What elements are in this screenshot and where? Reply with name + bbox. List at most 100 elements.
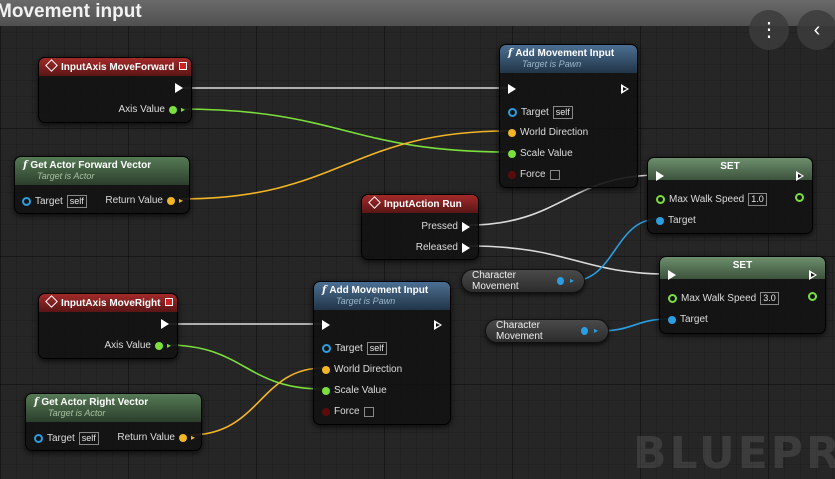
variable-character-movement-2[interactable]: Character Movement ▸ [485, 319, 609, 343]
event-diamond-icon [45, 59, 58, 72]
node-subtitle: Target is Actor [37, 171, 95, 181]
pin-label: Scale Value [334, 385, 387, 396]
pin-label: Target [335, 343, 363, 354]
target-pin[interactable]: Target [656, 215, 696, 226]
node-add-movement-input-top[interactable]: f Add Movement Input Target is Pawn Targe… [499, 44, 638, 188]
force-pin[interactable]: Force [508, 169, 560, 180]
self-value-box[interactable]: self [552, 106, 573, 119]
node-title: InputAxis MoveForward [61, 62, 175, 73]
self-value-box[interactable]: self [66, 195, 87, 208]
max-walk-speed-out-pin[interactable] [808, 292, 817, 301]
vector-pin-icon [178, 433, 187, 442]
exec-out-pin[interactable] [161, 319, 169, 329]
node-title: Add Movement Input [329, 285, 429, 296]
exec-in-pin[interactable] [322, 320, 330, 330]
object-pin-icon [322, 344, 331, 353]
pin-label: World Direction [520, 127, 589, 138]
float-pin-icon [154, 341, 163, 350]
exec-out-pin[interactable] [175, 83, 183, 93]
pin-label: Force [334, 406, 360, 417]
max-walk-speed-out-pin[interactable] [795, 193, 804, 202]
node-header: f Add Movement Input Target is Pawn [314, 282, 450, 310]
scale-value-pin[interactable]: Scale Value [508, 148, 573, 159]
force-checkbox[interactable] [363, 406, 374, 417]
pin-label: Target [680, 314, 708, 325]
exec-in-pin[interactable] [668, 270, 676, 280]
force-pin[interactable]: Force [322, 406, 374, 417]
max-walk-speed-input[interactable]: 3.0 [760, 292, 779, 305]
exec-out-pin[interactable] [809, 270, 817, 280]
pin-label: Return Value [117, 432, 175, 443]
exec-out-pin[interactable] [796, 171, 804, 181]
max-walk-speed-pin[interactable]: Max Walk Speed 3.0 [668, 292, 779, 305]
float-pin-icon [656, 195, 665, 204]
variable-label: Character Movement [496, 320, 543, 342]
node-title: Get Actor Right Vector [41, 397, 149, 408]
target-pin[interactable]: Target self [508, 106, 573, 119]
node-add-movement-input-bottom[interactable]: f Add Movement Input Target is Pawn Targe… [313, 281, 451, 425]
axis-value-pin[interactable]: Axis Value ▸ [104, 340, 171, 351]
float-pin-icon [168, 105, 177, 114]
vector-pin-icon [166, 196, 175, 205]
node-input-axis-move-right[interactable]: InputAxis MoveRight Axis Value ▸ [38, 293, 178, 359]
event-diamond-icon [368, 196, 381, 209]
exec-in-pin[interactable] [508, 84, 516, 94]
node-header: f Get Actor Forward Vector Target is Acto… [15, 157, 189, 185]
return-value-pin[interactable]: Return Value ▸ [117, 432, 195, 443]
return-value-pin[interactable]: Return Value ▸ [105, 195, 183, 206]
exec-outline-icon [434, 320, 442, 330]
vector-pin-icon [322, 365, 330, 374]
node-header: InputAction Run [362, 195, 478, 213]
object-pin-icon [557, 277, 564, 285]
exec-out-pin[interactable] [621, 84, 629, 94]
float-pin-icon [795, 193, 804, 202]
wire-forward-vector-direction [180, 130, 509, 200]
force-checkbox[interactable] [549, 169, 560, 180]
exec-outline-icon [796, 171, 804, 181]
world-direction-pin[interactable]: World Direction [322, 364, 402, 375]
self-value-box[interactable]: self [366, 342, 387, 355]
node-set-max-walk-speed-top[interactable]: SET Max Walk Speed 1.0 Target [647, 157, 813, 234]
object-pin-icon [668, 315, 676, 324]
node-title: Add Movement Input [515, 48, 615, 59]
graph-title-bar: Movement input [0, 0, 835, 26]
axis-value-pin[interactable]: Axis Value ▸ [118, 104, 185, 115]
exec-out-pin[interactable] [434, 320, 442, 330]
scale-value-pin[interactable]: Scale Value [322, 385, 387, 396]
chevron-left-icon: ‹ [813, 19, 821, 41]
pin-label: Target [35, 196, 63, 207]
pin-label: Axis Value [104, 340, 151, 351]
wire-right-vector-direction [189, 367, 324, 436]
max-walk-speed-input[interactable]: 1.0 [748, 193, 767, 206]
node-get-actor-forward-vector[interactable]: f Get Actor Forward Vector Target is Acto… [14, 156, 190, 214]
max-walk-speed-pin[interactable]: Max Walk Speed 1.0 [656, 193, 767, 206]
event-diamond-icon [45, 295, 58, 308]
target-pin[interactable]: Target self [34, 432, 99, 445]
released-pin[interactable]: Released [416, 242, 470, 253]
variable-character-movement-1[interactable]: Character Movement ▸ [461, 269, 585, 293]
pressed-pin[interactable]: Pressed [421, 221, 470, 232]
more-options-button[interactable]: ⋮ [749, 10, 789, 50]
node-set-max-walk-speed-bottom[interactable]: SET Max Walk Speed 3.0 Target [659, 256, 826, 334]
node-input-action-run[interactable]: InputAction Run Pressed Released [361, 194, 479, 260]
target-pin[interactable]: Target [668, 314, 708, 325]
self-value-box[interactable]: self [78, 432, 99, 445]
node-input-axis-move-forward[interactable]: InputAxis MoveForward Axis Value ▸ [38, 57, 192, 123]
float-pin-icon [322, 386, 330, 395]
output-delegate-icon [165, 298, 173, 306]
target-pin[interactable]: Target self [322, 342, 387, 355]
world-direction-pin[interactable]: World Direction [508, 127, 588, 138]
wire-axis-right-scale [166, 344, 324, 390]
back-button[interactable]: ‹ [797, 10, 835, 50]
pin-label: World Direction [334, 364, 403, 375]
node-title: InputAxis MoveRight [61, 298, 161, 309]
node-get-actor-right-vector[interactable]: f Get Actor Right Vector Target is Actor … [25, 393, 202, 451]
function-icon: f [23, 160, 28, 171]
pin-label: Max Walk Speed [681, 293, 757, 304]
pin-label: Max Walk Speed [669, 194, 745, 205]
exec-in-pin[interactable] [656, 171, 664, 181]
node-header: InputAxis MoveForward [39, 58, 191, 76]
object-pin-icon [656, 216, 664, 225]
target-pin[interactable]: Target self [22, 195, 87, 208]
pin-label: Released [415, 242, 458, 253]
